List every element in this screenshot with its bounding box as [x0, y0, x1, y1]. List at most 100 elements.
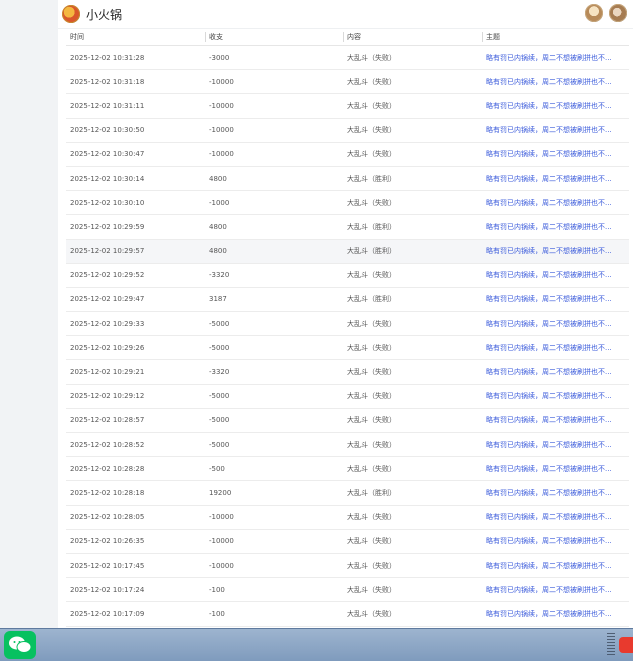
cell-content: 大乱斗（失败）	[343, 505, 482, 530]
cell-topic[interactable]: 略有罚已内锅续，周二不想被刷拼也不...	[482, 456, 629, 482]
cell-topic[interactable]: 略有罚已内锅续，周二不想被刷拼也不...	[482, 480, 629, 506]
wechat-icon[interactable]	[4, 631, 36, 659]
cell-amount: -10000	[205, 118, 343, 143]
table-row[interactable]: 2025-12-02 10:31:28 -3000 大乱斗（失败） 略有罚已内锅续，周…	[66, 45, 629, 71]
cell-content: 大乱斗（失败）	[343, 601, 482, 627]
header-time[interactable]: 时间	[66, 29, 205, 46]
cell-amount: -10000	[205, 505, 343, 530]
cell-content: 大乱斗（失败）	[343, 384, 482, 409]
input-method-icon[interactable]	[619, 637, 633, 653]
cell-amount: 3187	[205, 287, 343, 313]
table-row[interactable]: 2025-12-02 10:30:10 -1000 大乱斗（失败） 略有罚已内锅续，周…	[66, 190, 629, 216]
table-row[interactable]: 2025-12-02 10:28:18 19200 大乱斗（胜利） 略有罚已内锅续，周…	[66, 480, 629, 506]
cell-topic[interactable]: 略有罚已内锅续，周二不想被刷拼也不...	[482, 432, 629, 458]
cell-time: 2025-12-02 10:17:45	[66, 553, 205, 579]
cell-content: 大乱斗（胜利）	[343, 239, 482, 264]
table-body: 2025-12-02 10:31:28 -3000 大乱斗（失败） 略有罚已内锅续，周…	[66, 45, 629, 627]
cell-content: 大乱斗（失败）	[343, 142, 482, 167]
cell-content: 大乱斗（失败）	[343, 432, 482, 458]
cell-topic[interactable]: 略有罚已内锅续，周二不想被刷拼也不...	[482, 601, 629, 627]
table-row[interactable]: 2025-12-02 10:29:57 4800 大乱斗（胜利） 略有罚已内锅续，周二…	[66, 239, 629, 264]
title-bar: 小火锅	[58, 0, 633, 29]
cell-time: 2025-12-02 10:28:18	[66, 480, 205, 506]
cell-topic[interactable]: 略有罚已内锅续，周二不想被刷拼也不...	[482, 359, 629, 385]
table-row[interactable]: 2025-12-02 10:29:59 4800 大乱斗（胜利） 略有罚已内锅续，周二…	[66, 214, 629, 240]
cell-topic[interactable]: 略有罚已内锅续，周二不想被刷拼也不...	[482, 69, 629, 95]
transaction-table: 时间 收支 内容 主题 2025-12-02 10:31:28 -3000 大乱斗（…	[66, 29, 629, 627]
table-row[interactable]: 2025-12-02 10:30:47 -10000 大乱斗（失败） 略有罚已内锅续，…	[66, 142, 629, 167]
table-row[interactable]: 2025-12-02 10:31:18 -10000 大乱斗（失败） 略有罚已内锅续，…	[66, 69, 629, 95]
taskbar-grip-handle[interactable]	[607, 633, 615, 657]
cell-amount: -10000	[205, 93, 343, 119]
table-row[interactable]: 2025-12-02 10:29:33 -5000 大乱斗（失败） 略有罚已内锅续，周…	[66, 311, 629, 337]
cell-content: 大乱斗（失败）	[343, 190, 482, 216]
table-row[interactable]: 2025-12-02 10:30:50 -10000 大乱斗（失败） 略有罚已内锅续，…	[66, 118, 629, 143]
header-topic[interactable]: 主题	[482, 29, 629, 46]
cell-amount: 19200	[205, 480, 343, 506]
table-row[interactable]: 2025-12-02 10:17:09 -100 大乱斗（失败） 略有罚已内锅续，周二…	[66, 601, 629, 627]
cell-content: 大乱斗（失败）	[343, 45, 482, 71]
cell-topic[interactable]: 略有罚已内锅续，周二不想被刷拼也不...	[482, 45, 629, 71]
cell-topic[interactable]: 略有罚已内锅续，周二不想被刷拼也不...	[482, 93, 629, 119]
cell-time: 2025-12-02 10:28:28	[66, 456, 205, 482]
table-row[interactable]: 2025-12-02 10:28:28 -500 大乱斗（失败） 略有罚已内锅续，周二…	[66, 456, 629, 482]
cell-topic[interactable]: 略有罚已内锅续，周二不想被刷拼也不...	[482, 142, 629, 167]
cell-amount: -100	[205, 601, 343, 627]
cell-amount: -5000	[205, 384, 343, 409]
table-header-row: 时间 收支 内容 主题	[66, 29, 629, 46]
cell-topic[interactable]: 略有罚已内锅续，周二不想被刷拼也不...	[482, 577, 629, 603]
cell-topic[interactable]: 略有罚已内锅续，周二不想被刷拼也不...	[482, 408, 629, 434]
table-row[interactable]: 2025-12-02 10:17:45 -10000 大乱斗（失败） 略有罚已内锅续，…	[66, 553, 629, 579]
cell-amount: -500	[205, 456, 343, 482]
cell-topic[interactable]: 略有罚已内锅续，周二不想被刷拼也不...	[482, 263, 629, 288]
cell-topic[interactable]: 略有罚已内锅续，周二不想被刷拼也不...	[482, 166, 629, 192]
cell-amount: -1000	[205, 190, 343, 216]
cell-topic[interactable]: 略有罚已内锅续，周二不想被刷拼也不...	[482, 287, 629, 313]
cell-time: 2025-12-02 10:30:50	[66, 118, 205, 143]
cell-topic[interactable]: 略有罚已内锅续，周二不想被刷拼也不...	[482, 118, 629, 143]
cell-time: 2025-12-02 10:31:18	[66, 69, 205, 95]
cell-content: 大乱斗（失败）	[343, 118, 482, 143]
cell-time: 2025-12-02 10:17:09	[66, 601, 205, 627]
cell-time: 2025-12-02 10:29:33	[66, 311, 205, 337]
cell-amount: -10000	[205, 142, 343, 167]
table-row[interactable]: 2025-12-02 10:29:21 -3320 大乱斗（失败） 略有罚已内锅续，周…	[66, 359, 629, 385]
cell-content: 大乱斗（失败）	[343, 359, 482, 385]
table-row[interactable]: 2025-12-02 10:26:35 -10000 大乱斗（失败） 略有罚已内锅续，…	[66, 529, 629, 554]
cell-topic[interactable]: 略有罚已内锅续，周二不想被刷拼也不...	[482, 311, 629, 337]
table-row[interactable]: 2025-12-02 10:28:05 -10000 大乱斗（失败） 略有罚已内锅续，…	[66, 505, 629, 530]
table-row[interactable]: 2025-12-02 10:29:47 3187 大乱斗（胜利） 略有罚已内锅续，周二…	[66, 287, 629, 313]
cell-time: 2025-12-02 10:29:59	[66, 214, 205, 240]
cell-time: 2025-12-02 10:29:12	[66, 384, 205, 409]
user-avatars	[585, 4, 627, 22]
cell-time: 2025-12-02 10:29:26	[66, 335, 205, 361]
user-avatar-icon[interactable]	[585, 4, 603, 22]
user-avatar-icon[interactable]	[609, 4, 627, 22]
table-row[interactable]: 2025-12-02 10:31:11 -10000 大乱斗（失败） 略有罚已内锅续，…	[66, 93, 629, 119]
cell-time: 2025-12-02 10:28:05	[66, 505, 205, 530]
cell-topic[interactable]: 略有罚已内锅续，周二不想被刷拼也不...	[482, 505, 629, 530]
table-row[interactable]: 2025-12-02 10:30:14 4800 大乱斗（胜利） 略有罚已内锅续，周二…	[66, 166, 629, 192]
wechat-glyph	[9, 636, 32, 653]
cell-time: 2025-12-02 10:29:57	[66, 239, 205, 264]
cell-time: 2025-12-02 10:31:28	[66, 45, 205, 71]
table-row[interactable]: 2025-12-02 10:28:52 -5000 大乱斗（失败） 略有罚已内锅续，周…	[66, 432, 629, 458]
cell-topic[interactable]: 略有罚已内锅续，周二不想被刷拼也不...	[482, 553, 629, 579]
table-row[interactable]: 2025-12-02 10:17:24 -100 大乱斗（失败） 略有罚已内锅续，周二…	[66, 577, 629, 603]
table-row[interactable]: 2025-12-02 10:29:52 -3320 大乱斗（失败） 略有罚已内锅续，周…	[66, 263, 629, 288]
table-row[interactable]: 2025-12-02 10:29:26 -5000 大乱斗（失败） 略有罚已内锅续，周…	[66, 335, 629, 361]
table-row[interactable]: 2025-12-02 10:28:57 -5000 大乱斗（失败） 略有罚已内锅续，周…	[66, 408, 629, 434]
cell-time: 2025-12-02 10:17:24	[66, 577, 205, 603]
table-row[interactable]: 2025-12-02 10:29:12 -5000 大乱斗（失败） 略有罚已内锅续，周…	[66, 384, 629, 409]
cell-content: 大乱斗（失败）	[343, 529, 482, 554]
cell-topic[interactable]: 略有罚已内锅续，周二不想被刷拼也不...	[482, 335, 629, 361]
cell-topic[interactable]: 略有罚已内锅续，周二不想被刷拼也不...	[482, 190, 629, 216]
cell-topic[interactable]: 略有罚已内锅续，周二不想被刷拼也不...	[482, 384, 629, 409]
cell-topic[interactable]: 略有罚已内锅续，周二不想被刷拼也不...	[482, 239, 629, 264]
cell-topic[interactable]: 略有罚已内锅续，周二不想被刷拼也不...	[482, 529, 629, 554]
header-content[interactable]: 内容	[343, 29, 482, 46]
cell-content: 大乱斗（失败）	[343, 263, 482, 288]
header-amount[interactable]: 收支	[205, 29, 343, 46]
cell-content: 大乱斗（失败）	[343, 408, 482, 434]
cell-topic[interactable]: 略有罚已内锅续，周二不想被刷拼也不...	[482, 214, 629, 240]
